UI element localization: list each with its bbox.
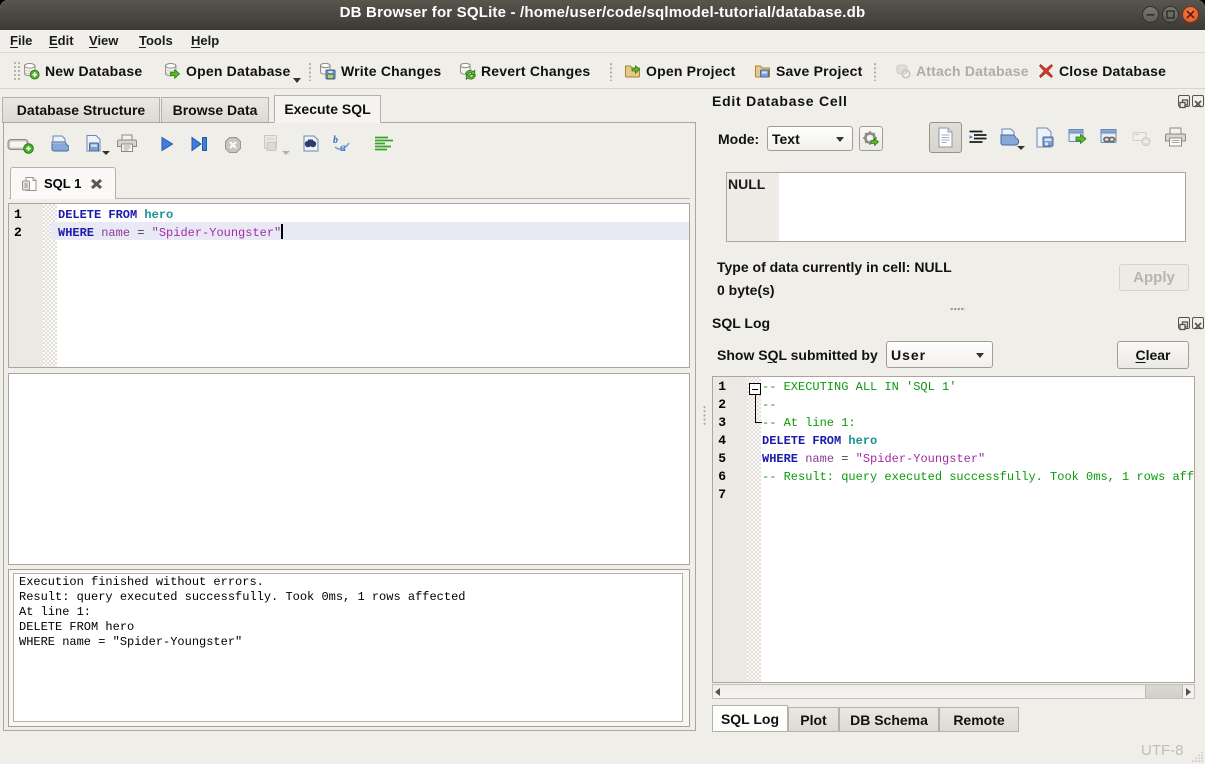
svg-text:b: b [333,135,338,146]
